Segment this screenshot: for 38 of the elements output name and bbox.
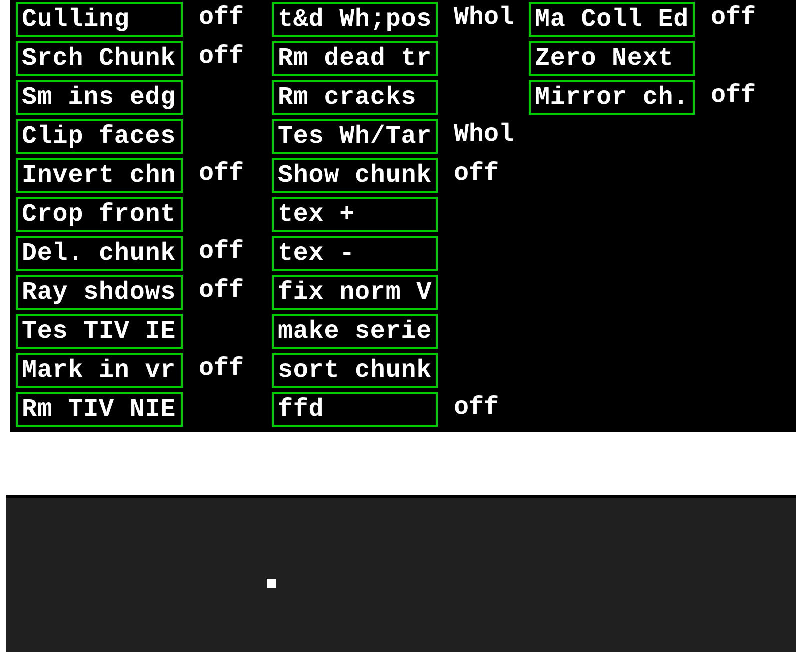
option-value: off xyxy=(198,158,246,190)
menu-option[interactable]: Ray shdows xyxy=(16,275,183,310)
option-value: Whol xyxy=(453,119,516,151)
option-value: off xyxy=(710,80,758,112)
menu-option[interactable]: Mirror ch. xyxy=(529,80,695,115)
option-value: off xyxy=(710,2,758,34)
option-value: off xyxy=(453,158,500,190)
menu-option[interactable]: Del. chunk xyxy=(16,236,183,271)
menu-option[interactable]: t&d Wh;pos xyxy=(272,2,438,37)
option-value: off xyxy=(198,2,246,34)
menu-option[interactable]: tex - xyxy=(272,236,438,271)
menu-option[interactable]: fix norm V xyxy=(272,275,438,310)
menu-option[interactable]: tex + xyxy=(272,197,438,232)
menu-option[interactable]: Culling xyxy=(16,2,183,37)
menu-option[interactable]: Rm cracks xyxy=(272,80,438,115)
menu-option[interactable]: Sm ins edg xyxy=(16,80,183,115)
menu-option[interactable]: Rm TIV NIE xyxy=(16,392,183,427)
menu-option[interactable]: Ma Coll Ed xyxy=(529,2,695,37)
option-value: off xyxy=(198,41,246,73)
option-value: off xyxy=(453,392,500,424)
menu-option[interactable]: Clip faces xyxy=(16,119,183,154)
option-value: off xyxy=(198,353,246,385)
menu-option[interactable]: sort chunk xyxy=(272,353,438,388)
square-marker xyxy=(267,579,276,588)
menu-option[interactable]: Crop front xyxy=(16,197,183,232)
menu-option[interactable]: ffd xyxy=(272,392,438,427)
option-value: off xyxy=(198,236,246,268)
menu-option[interactable]: Srch Chunk xyxy=(16,41,183,76)
option-value: off xyxy=(198,275,246,307)
menu-option[interactable]: Show chunk xyxy=(272,158,438,193)
menu-option[interactable]: Zero Next xyxy=(529,41,695,76)
menu-option[interactable]: Invert chn xyxy=(16,158,183,193)
menu-option[interactable]: make serie xyxy=(272,314,438,349)
menu-option[interactable]: Mark in vr xyxy=(16,353,183,388)
menu-option[interactable]: Tes TIV IE xyxy=(16,314,183,349)
menu-option[interactable]: Rm dead tr xyxy=(272,41,438,76)
option-value: Whol xyxy=(453,2,516,34)
menu-option[interactable]: Tes Wh/Tar xyxy=(272,119,438,154)
